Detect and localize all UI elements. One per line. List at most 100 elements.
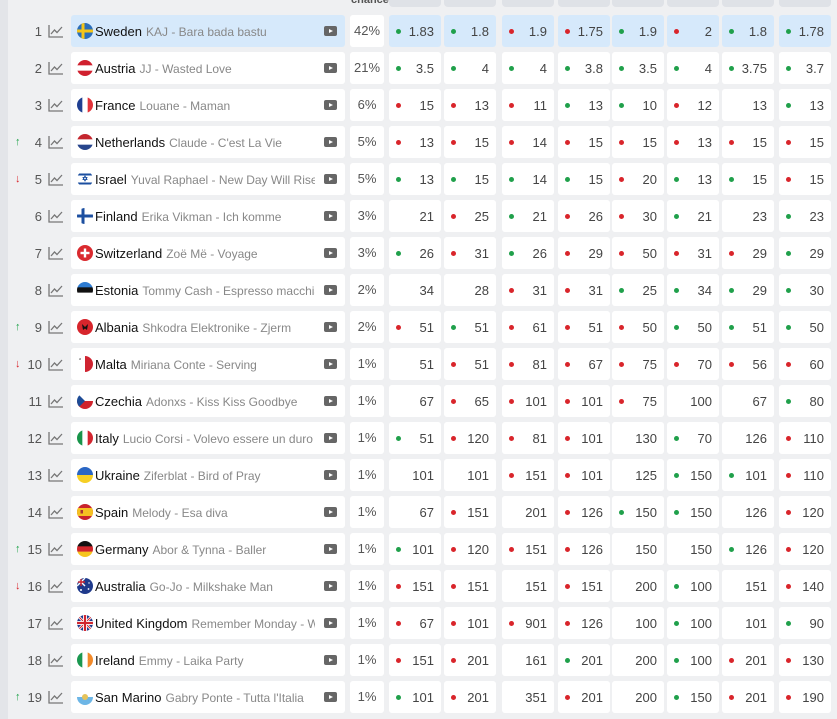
entry-cell[interactable]: Ukraine Ziferblat - Bird of Pray [71, 459, 345, 491]
odds-cell[interactable]: 21 [389, 200, 441, 232]
odds-cell[interactable]: 15 [779, 163, 831, 195]
odds-cell[interactable]: 1.75 [558, 15, 610, 47]
odds-cell[interactable]: 200 [612, 681, 664, 713]
odds-cell[interactable]: 150 [667, 496, 719, 528]
odds-cell[interactable]: 140 [779, 570, 831, 602]
odds-cell[interactable]: 26 [389, 237, 441, 269]
odds-cell[interactable]: 151 [502, 533, 554, 565]
odds-cell[interactable]: 50 [779, 311, 831, 343]
chart-icon[interactable] [48, 468, 64, 482]
table-row[interactable]: ↓ 5 Israel Yuval Raphael - New Day Will Ris… [0, 162, 837, 196]
video-play-icon[interactable] [324, 248, 337, 258]
odds-cell[interactable]: 13 [779, 89, 831, 121]
odds-cell[interactable]: 3.5 [612, 52, 664, 84]
table-row[interactable]: 6 Finland Erika Vikman - Ich komme 3% 21 25 21… [0, 199, 837, 233]
odds-cell[interactable]: 190 [779, 681, 831, 713]
odds-cell[interactable]: 31 [558, 274, 610, 306]
odds-cell[interactable]: 101 [558, 385, 610, 417]
chart-icon[interactable] [48, 431, 64, 445]
odds-cell[interactable]: 1.78 [779, 15, 831, 47]
chart-icon[interactable] [48, 246, 64, 260]
odds-cell[interactable]: 13 [667, 163, 719, 195]
odds-cell[interactable]: 201 [558, 644, 610, 676]
odds-cell[interactable]: 1.83 [389, 15, 441, 47]
odds-cell[interactable]: 100 [612, 607, 664, 639]
chart-icon[interactable] [48, 24, 64, 38]
odds-cell[interactable]: 15 [722, 126, 774, 158]
chart-icon[interactable] [48, 61, 64, 75]
odds-cell[interactable]: 65 [444, 385, 496, 417]
odds-cell[interactable]: 130 [779, 644, 831, 676]
odds-cell[interactable]: 67 [389, 607, 441, 639]
odds-cell[interactable]: 13 [722, 89, 774, 121]
chart-icon[interactable] [48, 505, 64, 519]
odds-cell[interactable]: 150 [612, 496, 664, 528]
video-play-icon[interactable] [324, 211, 337, 221]
odds-cell[interactable]: 51 [389, 422, 441, 454]
odds-cell[interactable]: 80 [779, 385, 831, 417]
bookmaker-header-8[interactable] [779, 0, 831, 7]
table-row[interactable]: 12 Italy Lucio Corsi - Volevo essere un du… [0, 421, 837, 455]
table-row[interactable]: ↑ 19 San Marino Gabry Ponte - Tutta l'Itali… [0, 680, 837, 714]
odds-cell[interactable]: 15 [779, 126, 831, 158]
odds-cell[interactable]: 10 [612, 89, 664, 121]
odds-cell[interactable]: 25 [612, 274, 664, 306]
chart-icon[interactable] [48, 579, 64, 593]
bookmaker-header-1[interactable] [389, 0, 441, 7]
odds-cell[interactable]: 26 [558, 200, 610, 232]
odds-cell[interactable]: 15 [612, 126, 664, 158]
odds-cell[interactable]: 34 [667, 274, 719, 306]
odds-cell[interactable]: 50 [667, 311, 719, 343]
odds-cell[interactable]: 126 [722, 496, 774, 528]
odds-cell[interactable]: 31 [502, 274, 554, 306]
entry-cell[interactable]: Czechia Adonxs - Kiss Kiss Goodbye [71, 385, 345, 417]
table-row[interactable]: 7 Switzerland Zoë Më - Voyage 3% 26 31 26 29 50 3… [0, 236, 837, 270]
chart-icon[interactable] [48, 98, 64, 112]
odds-cell[interactable]: 101 [502, 385, 554, 417]
odds-cell[interactable]: 67 [722, 385, 774, 417]
odds-cell[interactable]: 201 [444, 644, 496, 676]
odds-cell[interactable]: 25 [444, 200, 496, 232]
video-play-icon[interactable] [324, 137, 337, 147]
odds-cell[interactable]: 150 [667, 533, 719, 565]
odds-cell[interactable]: 100 [667, 644, 719, 676]
video-play-icon[interactable] [324, 100, 337, 110]
odds-cell[interactable]: 3.75 [722, 52, 774, 84]
chart-icon[interactable] [48, 135, 64, 149]
entry-cell[interactable]: Malta Miriana Conte - Serving [71, 348, 345, 380]
odds-cell[interactable]: 126 [722, 533, 774, 565]
odds-cell[interactable]: 101 [444, 459, 496, 491]
odds-cell[interactable]: 13 [389, 163, 441, 195]
table-row[interactable]: 2 Austria JJ - Wasted Love 21% 3.5 4 4 3.8 3.5 4 3… [0, 51, 837, 85]
chart-icon[interactable] [48, 357, 64, 371]
odds-cell[interactable]: 15 [558, 163, 610, 195]
odds-cell[interactable]: 30 [779, 274, 831, 306]
odds-cell[interactable]: 120 [444, 422, 496, 454]
odds-cell[interactable]: 75 [612, 348, 664, 380]
video-play-icon[interactable] [324, 285, 337, 295]
bookmaker-header-3[interactable] [502, 0, 554, 7]
odds-cell[interactable]: 101 [389, 459, 441, 491]
video-play-icon[interactable] [324, 63, 337, 73]
table-row[interactable]: ↑ 15 Germany Abor & Tynna - Baller 1% 101 120 1… [0, 532, 837, 566]
odds-cell[interactable]: 14 [502, 163, 554, 195]
chart-icon[interactable] [48, 690, 64, 704]
video-play-icon[interactable] [324, 26, 337, 36]
odds-cell[interactable]: 151 [558, 570, 610, 602]
odds-cell[interactable]: 21 [502, 200, 554, 232]
odds-cell[interactable]: 110 [779, 459, 831, 491]
odds-cell[interactable]: 101 [389, 533, 441, 565]
video-play-icon[interactable] [324, 692, 337, 702]
odds-cell[interactable]: 126 [558, 496, 610, 528]
odds-cell[interactable]: 150 [667, 459, 719, 491]
table-row[interactable]: 1 Sweden KAJ - Bara bada bastu 42% 1.83 1.8 1.… [0, 14, 837, 48]
odds-cell[interactable]: 81 [502, 348, 554, 380]
bookmaker-header-7[interactable] [722, 0, 774, 7]
entry-cell[interactable]: San Marino Gabry Ponte - Tutta l'Italia [71, 681, 345, 713]
odds-cell[interactable]: 15 [558, 126, 610, 158]
entry-cell[interactable]: Germany Abor & Tynna - Baller [71, 533, 345, 565]
entry-cell[interactable]: Albania Shkodra Elektronike - Zjerm [71, 311, 345, 343]
video-play-icon[interactable] [324, 470, 337, 480]
odds-cell[interactable]: 15 [389, 89, 441, 121]
odds-cell[interactable]: 1.8 [722, 15, 774, 47]
